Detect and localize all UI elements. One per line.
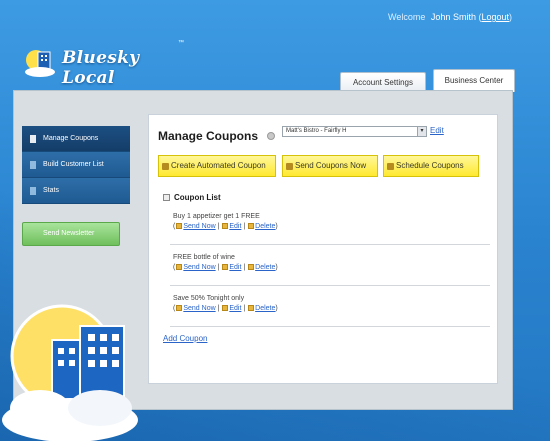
list-icon (163, 194, 170, 201)
create-automated-coupon-button[interactable]: Create Automated Coupon (158, 155, 276, 177)
send-now-link[interactable]: Send Now (183, 305, 215, 312)
delete-link[interactable]: Delete (255, 264, 275, 271)
send-now-link[interactable]: Send Now (183, 223, 215, 230)
delete-link[interactable]: Delete (255, 223, 275, 230)
send-now-link[interactable]: Send Now (183, 264, 215, 271)
stats-icon (30, 186, 36, 195)
coupon-list-label: Coupon List (174, 193, 221, 202)
sep: | (241, 223, 248, 230)
sidebar-item-label: Build Customer List (43, 161, 104, 168)
paren: ) (275, 223, 278, 230)
divider (170, 244, 490, 245)
logout-paren-close: ) (509, 12, 512, 22)
welcome-label: Welcome (388, 12, 426, 22)
schedule-coupons-button[interactable]: Schedule Coupons (383, 155, 479, 177)
sep: | (215, 305, 222, 312)
logo-trademark: ™ (178, 40, 184, 46)
list-item: Buy 1 appetizer get 1 FREE ( Send Now | E… (173, 213, 493, 230)
sidebar-item-label: Stats (43, 187, 59, 194)
coupon-list-heading: Coupon List (163, 193, 221, 202)
coupon-icon (162, 163, 169, 170)
send-newsletter-button[interactable]: Send Newsletter (22, 222, 120, 246)
edit-icon (222, 305, 229, 311)
sidebar-item-manage-coupons[interactable]: Manage Coupons (22, 126, 130, 152)
button-label: Create Automated Coupon (171, 161, 266, 170)
sep: | (241, 264, 248, 271)
paren: ) (275, 305, 278, 312)
coupon-name: Buy 1 appetizer get 1 FREE (173, 213, 260, 220)
send-icon (176, 264, 183, 270)
tab-business-center[interactable]: Business Center (433, 69, 515, 92)
edit-business-link[interactable]: Edit (430, 126, 444, 135)
divider (170, 285, 490, 286)
sidebar-item-label: Manage Coupons (43, 135, 99, 142)
business-select[interactable]: Matt's Bistro - Fairfly H ▾ (282, 126, 427, 137)
coupon-actions: ( Send Now | Edit | Delete) (173, 264, 493, 271)
calendar-icon (387, 163, 394, 170)
tab-account-settings[interactable]: Account Settings (340, 72, 426, 92)
paren: ( (173, 264, 176, 271)
coupon-actions: ( Send Now | Edit | Delete) (173, 223, 493, 230)
delete-icon (248, 223, 255, 229)
delete-icon (248, 264, 255, 270)
paren: ) (275, 264, 278, 271)
coupon-actions: ( Send Now | Edit | Delete) (173, 305, 493, 312)
send-icon (286, 163, 293, 170)
sidebar-item-build-customer-list[interactable]: Build Customer List (22, 152, 130, 178)
delete-link[interactable]: Delete (255, 305, 275, 312)
edit-link[interactable]: Edit (229, 305, 241, 312)
send-icon (176, 223, 183, 229)
delete-icon (248, 305, 255, 311)
button-label: Schedule Coupons (396, 161, 464, 170)
welcome-bar: Welcome John Smith (Logout) (388, 12, 512, 22)
logo-text: Bluesky Local (62, 48, 140, 88)
sidebar-item-stats[interactable]: Stats (22, 178, 130, 204)
page-title: Manage Coupons (158, 129, 259, 143)
chevron-down-icon: ▾ (417, 127, 426, 136)
edit-icon (222, 223, 229, 229)
list-item: Save 50% Tonight only ( Send Now | Edit |… (173, 295, 493, 312)
divider (170, 326, 490, 327)
business-select-value: Matt's Bistro - Fairfly H (286, 128, 347, 134)
sidebar: Manage Coupons Build Customer List Stats (22, 126, 130, 204)
list-item: FREE bottle of wine ( Send Now | Edit | D… (173, 254, 493, 271)
coupon-name: FREE bottle of wine (173, 254, 235, 261)
document-icon (30, 134, 36, 143)
send-coupons-now-button[interactable]: Send Coupons Now (282, 155, 378, 177)
help-icon[interactable] (267, 132, 275, 140)
edit-link[interactable]: Edit (229, 264, 241, 271)
edit-icon (222, 264, 229, 270)
logo[interactable]: Bluesky Local (24, 42, 194, 88)
coupon-name: Save 50% Tonight only (173, 295, 245, 302)
people-icon (30, 160, 36, 169)
send-icon (176, 305, 183, 311)
logo-icon (25, 50, 55, 77)
user-name: John Smith (430, 12, 476, 22)
sep: | (241, 305, 248, 312)
add-coupon-link[interactable]: Add Coupon (163, 334, 207, 343)
brand-illustration (2, 304, 138, 441)
button-label: Send Coupons Now (295, 161, 367, 170)
sep: | (215, 264, 222, 271)
edit-link[interactable]: Edit (229, 223, 241, 230)
paren: ( (173, 305, 176, 312)
paren: ( (173, 223, 176, 230)
logout-link[interactable]: Logout (481, 12, 509, 22)
sep: | (215, 223, 222, 230)
